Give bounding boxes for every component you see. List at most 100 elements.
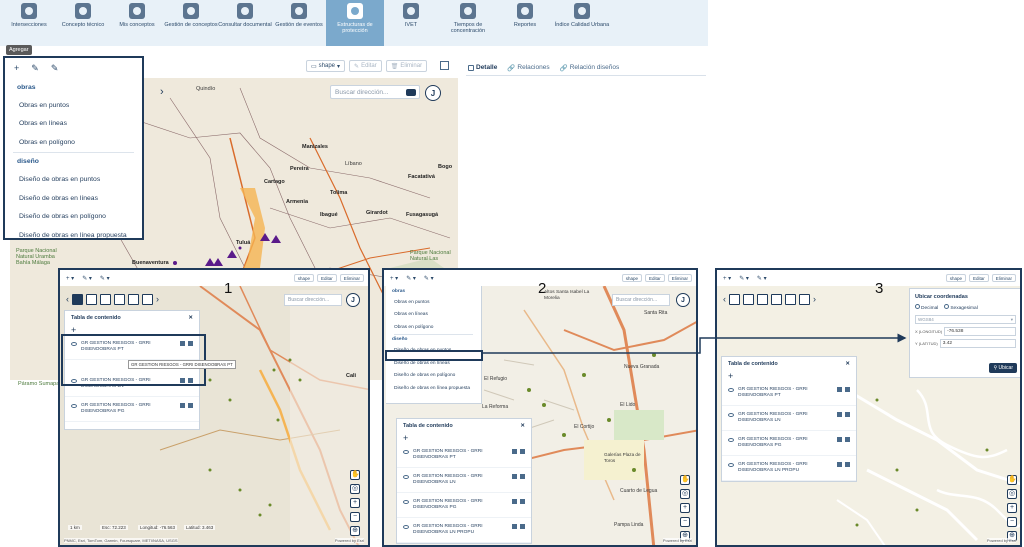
sexagesimal-radio[interactable]: Sexagesimal	[944, 304, 978, 311]
draw-icon[interactable]	[114, 294, 125, 305]
hand-icon[interactable]: ✋	[1007, 475, 1017, 485]
tab-relaciones[interactable]: 🔗 Relaciones	[507, 64, 549, 72]
table-icon[interactable]	[837, 437, 842, 442]
table-icon[interactable]	[180, 403, 185, 408]
panel1-search-input[interactable]: Buscar dirección...	[284, 294, 342, 306]
coordinate-system-select[interactable]: WGS84 ▾	[915, 315, 1016, 324]
compass-icon[interactable]: ◎	[1007, 489, 1017, 499]
eye-icon[interactable]	[71, 404, 77, 408]
compass-icon[interactable]: ◎	[350, 484, 360, 494]
layers-icon[interactable]	[72, 294, 83, 305]
nav-item-consultar-documental[interactable]: Consultar documental	[218, 0, 272, 44]
locate-icon[interactable]: ⊕	[350, 526, 360, 536]
layers-icon[interactable]	[729, 294, 740, 305]
add-icon[interactable]: +	[14, 63, 19, 73]
toc-item[interactable]: GR GESTION RIESGOS - GRRI DISENOOBRAS PT	[397, 443, 531, 468]
menu-item-obras-poligono[interactable]: Obras en polígono	[386, 321, 481, 334]
toc-item[interactable]: GR GESTION RIESGOS - GRRI DISENOOBRAS PG	[65, 397, 199, 422]
zoom-out-button[interactable]: −	[1007, 517, 1017, 527]
more-icon[interactable]	[188, 403, 193, 408]
expand-icon[interactable]	[440, 61, 449, 70]
delete-button[interactable]: Eliminar	[991, 274, 1016, 282]
panel1-j-button[interactable]: J	[346, 293, 360, 307]
more-icon[interactable]	[520, 449, 525, 454]
toc-item[interactable]: GR GESTION RIESGOS - GRRI DISENOOBRAS LN	[397, 468, 531, 493]
edit-alt-icon[interactable]: ✎ ▾	[424, 275, 434, 282]
delete-button[interactable]: 🗑 Eliminar	[385, 60, 428, 72]
more-icon[interactable]	[845, 462, 850, 467]
zoom-in-button[interactable]: +	[680, 503, 690, 513]
eye-icon[interactable]	[728, 463, 734, 467]
delete-button[interactable]: Eliminar	[339, 274, 364, 282]
nav-item-estructuras-proteccion[interactable]: Estructuras de protección	[326, 0, 384, 46]
panel2-j-button[interactable]: J	[676, 293, 690, 307]
decimal-radio[interactable]: Decimal	[915, 304, 938, 311]
nav-item-indice-calidad[interactable]: Índice Calidad Urbana	[552, 0, 612, 44]
toc-add-icon[interactable]: +	[722, 371, 856, 381]
more-icon[interactable]	[520, 474, 525, 479]
table-icon[interactable]	[837, 462, 842, 467]
add-icon[interactable]: + ▾	[723, 275, 731, 282]
nav-item-gestion-conceptos[interactable]: Gestión de conceptos	[164, 0, 218, 44]
table-icon[interactable]	[743, 294, 754, 305]
menu-item-diseno-poligono[interactable]: Diseño de obras en polígono	[5, 208, 142, 227]
table-icon[interactable]	[512, 449, 517, 454]
menu-item-obras-puntos[interactable]: Obras en puntos	[5, 96, 142, 115]
address-search-input[interactable]: Buscar dirección...	[330, 85, 420, 99]
nav-item-gestion-eventos[interactable]: Gestión de eventos	[272, 0, 326, 44]
zoom-in-button[interactable]: +	[350, 498, 360, 508]
menu-item-obras-lineas[interactable]: Obras en líneas	[386, 309, 481, 322]
menu-item-obras-puntos[interactable]: Obras en puntos	[386, 296, 481, 309]
eye-icon[interactable]	[403, 525, 409, 529]
menu-item-diseno-lineas[interactable]: Diseño de obras en líneas	[5, 189, 142, 208]
shape-button[interactable]: shape	[293, 274, 314, 282]
toc-item[interactable]: GR GESTION RIESGOS - GRRI DISENOOBRAS PG	[397, 493, 531, 518]
search-go-icon[interactable]	[406, 89, 416, 96]
tab-relacion-disenos[interactable]: 🔗 Relación diseños	[560, 64, 620, 72]
menu-item-obras-poligono[interactable]: Obras en polígono	[5, 133, 142, 152]
close-icon[interactable]: ✕	[520, 423, 525, 429]
table-icon[interactable]	[512, 524, 517, 529]
delete-button[interactable]: Eliminar	[667, 274, 692, 282]
nav-item-tiempos-concentracion[interactable]: Tiempos de concentración	[438, 0, 498, 44]
edit-button[interactable]: Editar	[316, 274, 337, 282]
close-icon[interactable]: ✕	[845, 361, 850, 367]
nav-item-mis-conceptos[interactable]: Mis conceptos	[110, 0, 164, 44]
edit-alt-icon[interactable]: ✎	[51, 63, 59, 74]
hand-icon[interactable]: ✋	[350, 470, 360, 480]
edit-button[interactable]: Editar	[968, 274, 989, 282]
edit-alt-icon[interactable]: ✎ ▾	[100, 275, 110, 282]
eye-icon[interactable]	[728, 438, 734, 442]
add-icon[interactable]: + ▾	[390, 275, 398, 282]
draw-icon[interactable]	[771, 294, 782, 305]
shape-button[interactable]: shape	[945, 274, 966, 282]
map-j-button[interactable]: J	[425, 85, 441, 101]
nav-item-reportes[interactable]: Reportes	[498, 0, 552, 44]
toc-item[interactable]: GR GESTION RIESGOS - GRRI DISENOOBRAS LN	[722, 406, 856, 431]
zoom-out-button[interactable]: −	[680, 517, 690, 527]
edit-icon[interactable]: ✎	[31, 63, 39, 74]
table-icon[interactable]	[86, 294, 97, 305]
eye-icon[interactable]	[403, 450, 409, 454]
latitude-input[interactable]: 3.42	[939, 339, 1016, 348]
add-icon[interactable]: + ▾	[66, 275, 74, 282]
nav-item-concepto-tecnico[interactable]: Concepto técnico	[56, 0, 110, 44]
zoom-in-button[interactable]: +	[1007, 503, 1017, 513]
map-nav-chevron-icon[interactable]: ›	[160, 86, 164, 98]
shape-dropdown-button[interactable]: ▭ shape ▾	[306, 60, 346, 72]
nav-item-intersecciones[interactable]: Intersecciones	[2, 0, 56, 44]
zoom-out-button[interactable]: −	[350, 512, 360, 522]
longitude-input[interactable]: -76.538	[944, 327, 1016, 336]
eye-icon[interactable]	[403, 500, 409, 504]
eye-icon[interactable]	[728, 388, 734, 392]
table-icon[interactable]	[837, 387, 842, 392]
menu-item-diseno-poligono[interactable]: Diseño de obras en polígono	[386, 370, 481, 383]
locate-button[interactable]: ⚲ Ubicar	[989, 363, 1017, 373]
more-icon[interactable]	[845, 412, 850, 417]
hand-icon[interactable]: ✋	[680, 475, 690, 485]
edit-icon[interactable]: ✎ ▾	[739, 275, 749, 282]
erase-icon[interactable]	[799, 294, 810, 305]
table-icon[interactable]	[512, 499, 517, 504]
menu-item-diseno-linea-propuesta[interactable]: Diseño de obras en línea propuesta	[386, 382, 481, 395]
edit-icon[interactable]: ✎ ▾	[406, 275, 416, 282]
